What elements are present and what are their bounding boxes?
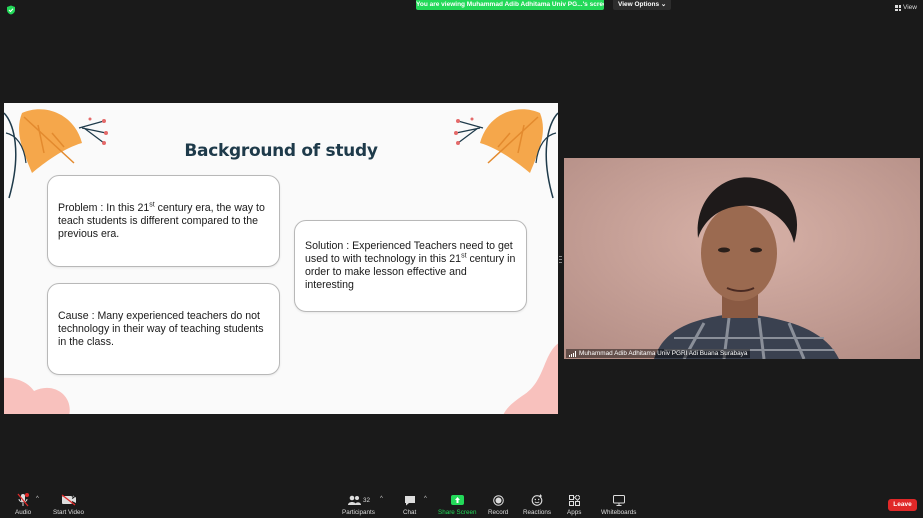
participant-name-tag: Muhammad Adib Adhitama Univ PGRI Adi Bua… <box>566 349 751 358</box>
apps-button[interactable]: Apps <box>567 493 581 516</box>
leave-button[interactable]: Leave <box>888 499 917 511</box>
view-label: View <box>903 4 917 11</box>
whiteboards-button[interactable]: Whiteboards <box>601 493 636 516</box>
view-options-label: View Options <box>618 1 660 8</box>
video-options-caret-icon[interactable]: ^ <box>72 496 75 502</box>
pink-blob-decoration <box>503 343 558 414</box>
participants-options-caret-icon[interactable]: ^ <box>380 496 383 502</box>
participant-video-tile[interactable]: Muhammad Adib Adhitama Univ PGRI Adi Bua… <box>564 158 920 359</box>
solution-text: Solution : Experienced Teachers need to … <box>305 240 516 291</box>
whiteboards-label: Whiteboards <box>601 509 637 516</box>
reactions-label: Reactions <box>523 509 552 516</box>
record-button[interactable]: Record <box>488 493 508 516</box>
cause-card: Cause : Many experienced teachers do not… <box>47 283 280 375</box>
view-options-button[interactable]: View Options ⌄ <box>613 0 672 10</box>
apps-label: Apps <box>567 509 582 516</box>
slide-title: Background of study <box>184 141 378 161</box>
microphone-muted-icon <box>17 493 30 507</box>
shared-screen-slide[interactable]: Background of study Problem : In this 21… <box>4 103 558 414</box>
problem-card: Problem : In this 21st century era, the … <box>47 175 280 267</box>
share-screen-label: Share Screen <box>438 509 477 516</box>
cause-text: Cause : Many experienced teachers do not… <box>58 309 264 348</box>
participant-name: Muhammad Adib Adhitama Univ PGRI Adi Bua… <box>579 350 748 357</box>
share-screen-button[interactable]: Share Screen <box>438 493 477 516</box>
apps-icon <box>568 493 580 507</box>
record-label: Record <box>488 509 509 516</box>
participants-label: Participants <box>342 509 375 516</box>
viewing-screen-banner: You are viewing Muhammad Adib Adhitama U… <box>416 0 604 10</box>
shield-check-icon[interactable] <box>6 5 16 15</box>
meeting-toolbar: Audio ^ Start Video ^ 32 Participants ^ <box>0 490 923 518</box>
split-resize-handle[interactable] <box>559 252 562 266</box>
chevron-down-icon: ⌄ <box>660 1 667 8</box>
problem-text: Problem : In this 21st century era, the … <box>58 200 265 240</box>
participants-icon-wrapper: 32 <box>347 493 370 507</box>
reactions-icon <box>531 493 543 507</box>
pink-blob-decoration <box>4 377 70 414</box>
start-video-label: Start Video <box>53 509 85 516</box>
solution-card: Solution : Experienced Teachers need to … <box>294 220 527 312</box>
record-icon <box>492 493 504 507</box>
participant-video-frame <box>564 158 920 359</box>
participants-button[interactable]: 32 Participants <box>342 493 375 516</box>
audio-label: Audio <box>15 509 32 516</box>
chat-options-caret-icon[interactable]: ^ <box>424 496 427 502</box>
grid-view-icon <box>895 5 902 11</box>
audio-options-caret-icon[interactable]: ^ <box>36 496 39 502</box>
whiteboard-icon <box>612 493 625 507</box>
participants-icon <box>347 495 361 505</box>
reactions-button[interactable]: Reactions <box>523 493 551 516</box>
signal-strength-icon <box>569 350 576 357</box>
audio-button[interactable]: Audio <box>15 493 31 516</box>
share-screen-icon <box>450 493 464 507</box>
start-video-button[interactable]: Start Video <box>53 493 84 516</box>
chat-label: Chat <box>403 509 417 516</box>
chat-button[interactable]: Chat <box>403 493 416 516</box>
chat-icon <box>404 493 416 507</box>
participants-count: 32 <box>362 496 370 504</box>
view-button[interactable]: View <box>895 3 917 13</box>
